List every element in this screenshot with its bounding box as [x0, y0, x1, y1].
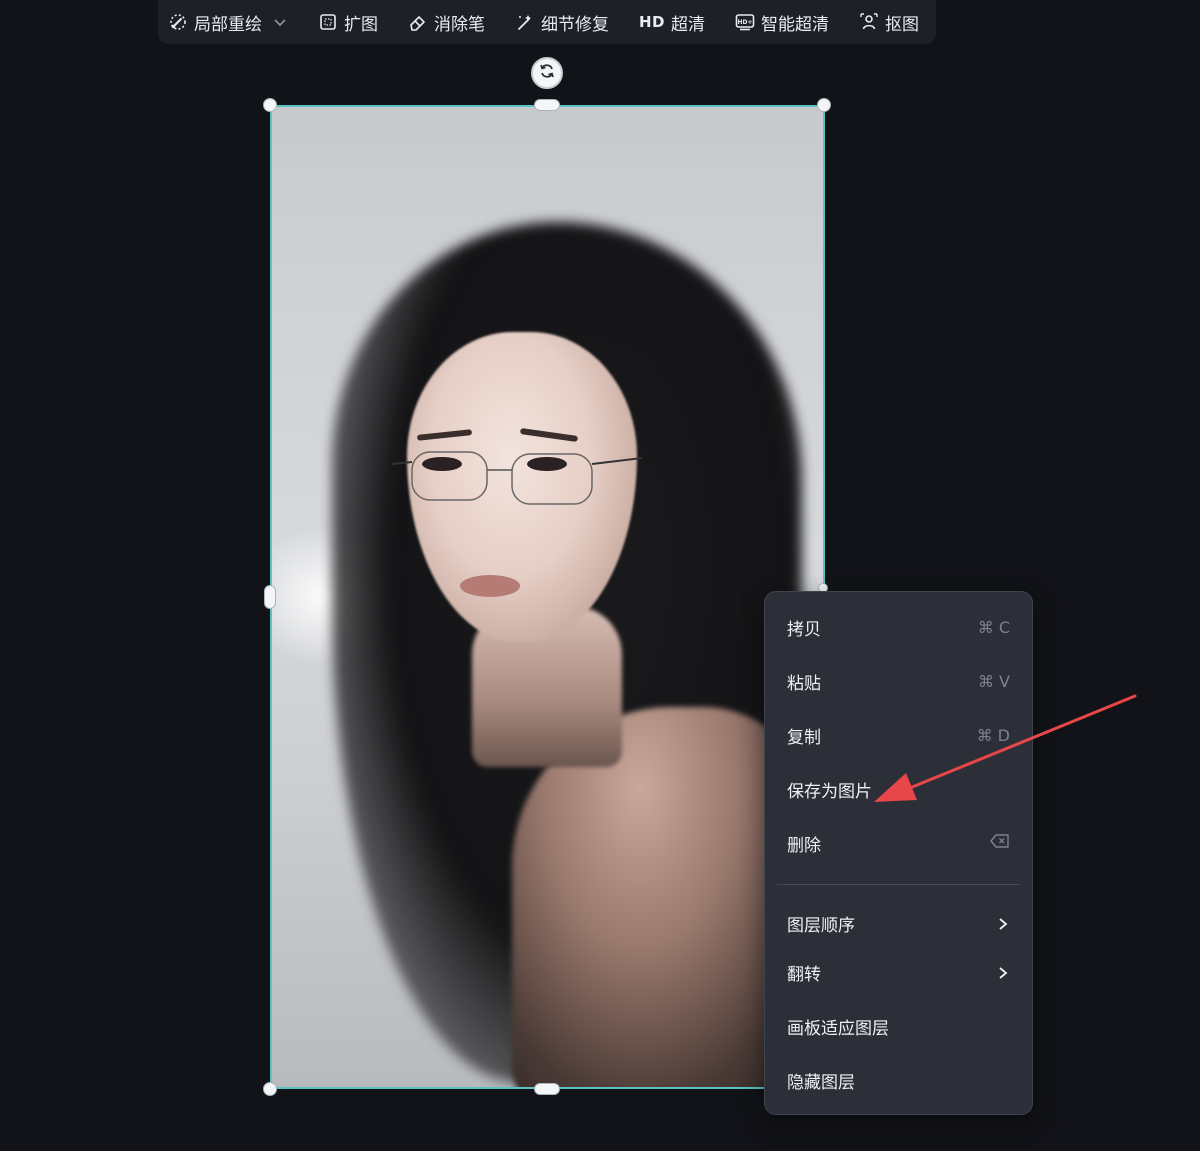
- backspace-icon: [990, 833, 1010, 854]
- selected-image-layer[interactable]: [270, 105, 825, 1089]
- photo-glasses: [391, 451, 642, 505]
- tool-cutout[interactable]: 抠图: [859, 0, 919, 44]
- expand-frame-icon: [318, 12, 338, 32]
- eraser-icon: [408, 12, 428, 32]
- menu-item-label: 复制: [787, 727, 821, 748]
- tool-cutout-label: 抠图: [885, 14, 920, 35]
- menu-item-copy[interactable]: 拷贝 ⌘ C: [765, 600, 1032, 654]
- tool-expand[interactable]: 扩图: [318, 0, 378, 44]
- cutout-person-icon: [859, 12, 879, 32]
- tool-inpaint-label: 局部重绘: [194, 14, 262, 35]
- tool-smart-hd[interactable]: HD+ 智能超清: [735, 0, 829, 44]
- context-menu: 拷贝 ⌘ C 粘贴 ⌘ V 复制 ⌘ D 保存为图片 删除 图层顺序 翻转 画板…: [764, 591, 1033, 1115]
- menu-item-label: 画板适应图层: [787, 1018, 889, 1039]
- tool-detail-repair-label: 细节修复: [541, 14, 609, 35]
- annotation-arrow: [874, 694, 1137, 802]
- rotate-handle[interactable]: [531, 57, 563, 89]
- shortcut-label: ⌘ V: [977, 671, 1010, 691]
- chevron-right-icon: [996, 965, 1010, 979]
- editor-canvas: 局部重绘 扩图 消除笔 细节修复 HD 超清 HD+ 智能超清 抠图 拷贝 ⌘ …: [0, 0, 1200, 1151]
- svg-text:HD+: HD+: [738, 19, 753, 26]
- image-toolbar: 局部重绘 扩图 消除笔 细节修复 HD 超清 HD+ 智能超清 抠图: [158, 0, 936, 44]
- resize-handle-top-left[interactable]: [263, 98, 277, 112]
- menu-item-label: 图层顺序: [787, 915, 855, 936]
- tool-eraser[interactable]: 消除笔: [408, 0, 485, 44]
- tool-expand-label: 扩图: [344, 14, 378, 35]
- tool-eraser-label: 消除笔: [434, 14, 485, 35]
- chevron-down-icon[interactable]: [272, 14, 288, 30]
- menu-item-hide-layer[interactable]: 隐藏图层: [765, 1053, 1032, 1107]
- menu-item-label: 粘贴: [787, 673, 821, 694]
- tool-inpaint[interactable]: 局部重绘: [168, 0, 288, 44]
- portrait-photo: [272, 107, 823, 1087]
- tool-smart-hd-label: 智能超清: [761, 14, 830, 35]
- menu-item-fit-artboard[interactable]: 画板适应图层: [765, 999, 1032, 1053]
- resize-handle-bottom[interactable]: [534, 1083, 560, 1095]
- tool-detail-repair[interactable]: 细节修复: [515, 0, 609, 44]
- hd-text-icon: HD: [639, 13, 666, 31]
- resize-handle-bottom-left[interactable]: [263, 1082, 277, 1096]
- menu-item-delete[interactable]: 删除: [765, 816, 1032, 870]
- shortcut-label: ⌘ C: [977, 617, 1010, 637]
- magic-wand-icon: [515, 12, 535, 32]
- resize-handle-left[interactable]: [264, 585, 276, 609]
- menu-divider: [777, 884, 1020, 885]
- menu-item-layer-order[interactable]: 图层顺序: [765, 896, 1032, 950]
- menu-item-flip[interactable]: 翻转: [765, 945, 1032, 999]
- menu-item-label: 拷贝: [787, 619, 821, 640]
- photo-lips: [460, 575, 520, 597]
- hd-plus-icon: HD+: [735, 12, 755, 32]
- tool-hd[interactable]: HD 超清: [639, 0, 705, 44]
- rotate-icon: [538, 62, 556, 84]
- resize-handle-top[interactable]: [534, 99, 560, 111]
- tool-hd-label: 超清: [671, 14, 706, 35]
- menu-item-label: 翻转: [787, 964, 821, 985]
- menu-item-label: 隐藏图层: [787, 1072, 855, 1093]
- menu-item-label: 删除: [787, 835, 821, 856]
- chevron-right-icon: [996, 916, 1010, 930]
- resize-handle-top-right[interactable]: [817, 98, 831, 112]
- brush-dotted-icon: [168, 12, 188, 32]
